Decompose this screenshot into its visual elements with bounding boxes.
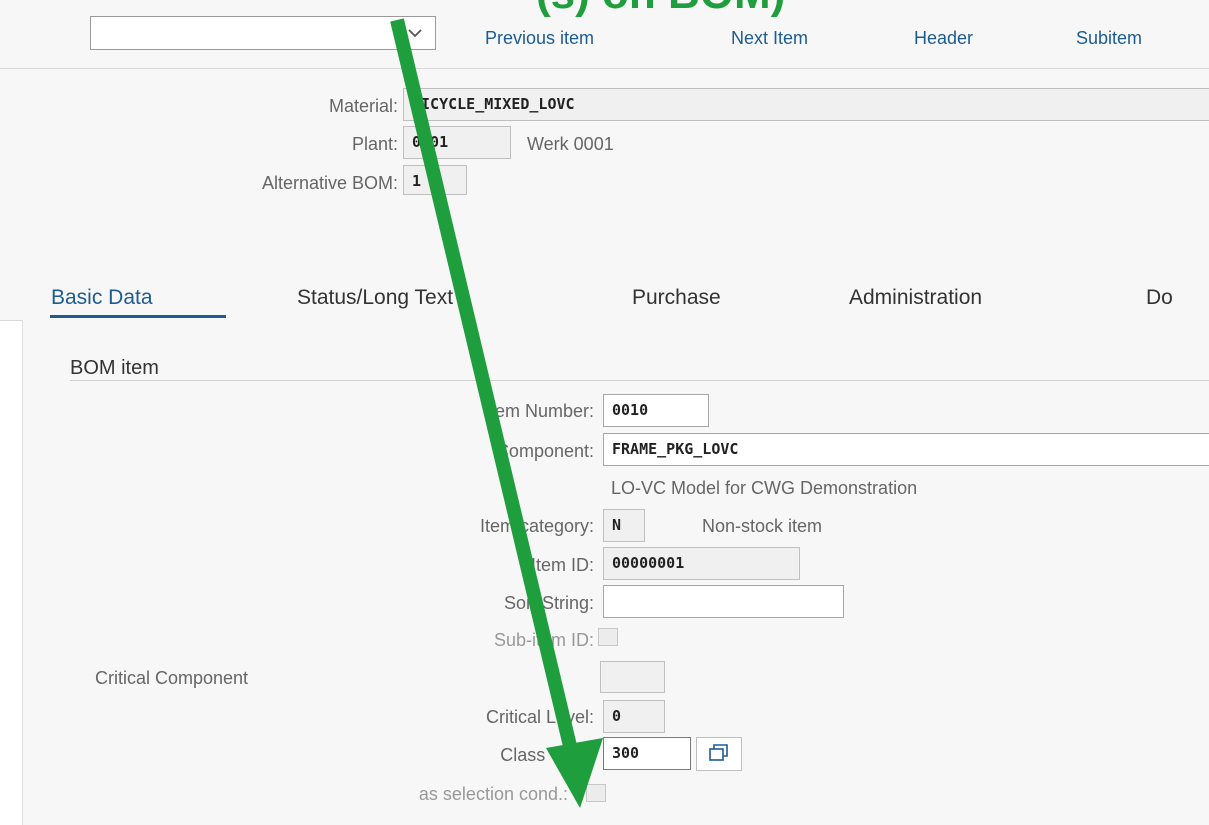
overlay-title-fragment: (s) on BOM) xyxy=(536,0,785,18)
annotation-arrow-icon: (s) on BOM) xyxy=(390,0,785,808)
